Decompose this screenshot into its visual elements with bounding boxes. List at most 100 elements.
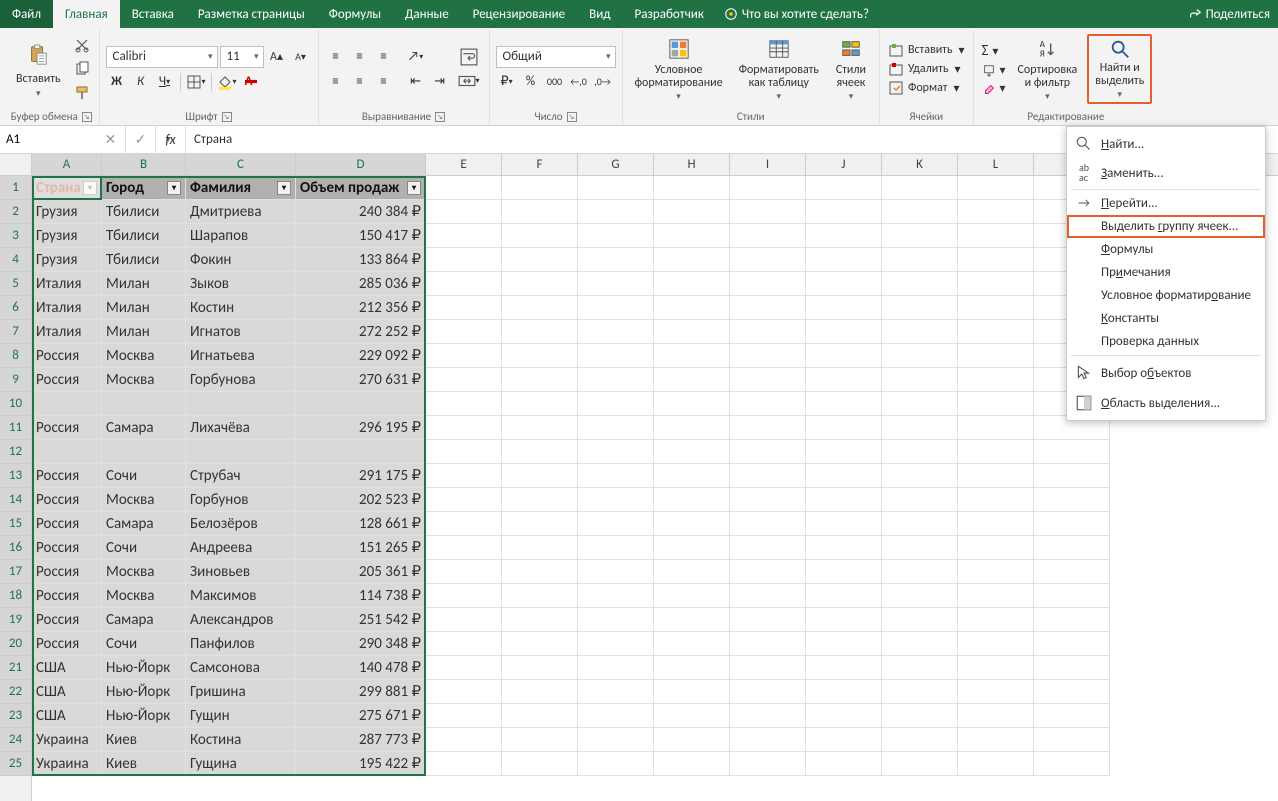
enter-formula-button[interactable]: ✓	[126, 126, 156, 153]
conditional-formatting-button[interactable]: Условное форматирование▾	[629, 34, 729, 104]
paste-button[interactable]: Вставить ▾	[10, 34, 67, 104]
cell-I4[interactable]	[730, 248, 806, 272]
cell-J11[interactable]	[806, 416, 882, 440]
cell-A17[interactable]: Россия	[32, 560, 102, 584]
cell-B7[interactable]: Милан	[102, 320, 186, 344]
menu-item[interactable]: Примечания	[1067, 261, 1265, 284]
cell-H25[interactable]	[654, 752, 730, 776]
cell-A18[interactable]: Россия	[32, 584, 102, 608]
font-size-combo[interactable]: 11▾	[220, 46, 264, 68]
cell-H5[interactable]	[654, 272, 730, 296]
cell-B18[interactable]: Москва	[102, 584, 186, 608]
cell-K21[interactable]	[882, 656, 958, 680]
cell-H18[interactable]	[654, 584, 730, 608]
cell-B13[interactable]: Сочи	[102, 464, 186, 488]
cell-G22[interactable]	[578, 680, 654, 704]
format-painter-button[interactable]	[71, 82, 93, 104]
cell-I6[interactable]	[730, 296, 806, 320]
cell-L17[interactable]	[958, 560, 1034, 584]
cell-L24[interactable]	[958, 728, 1034, 752]
cell-H21[interactable]	[654, 656, 730, 680]
cell-K4[interactable]	[882, 248, 958, 272]
row-header-18[interactable]: 18	[0, 584, 31, 608]
merge-button[interactable]: ▾	[455, 70, 483, 92]
cell-D10[interactable]	[296, 392, 426, 416]
row-header-8[interactable]: 8	[0, 344, 31, 368]
column-header-F[interactable]: F	[502, 154, 578, 175]
cell-E3[interactable]	[426, 224, 502, 248]
fill-color-button[interactable]: ▾	[216, 71, 238, 93]
cell-L20[interactable]	[958, 632, 1034, 656]
cell-B8[interactable]: Москва	[102, 344, 186, 368]
menu-item[interactable]: Выделить группу ячеек...	[1067, 215, 1265, 238]
cell-L7[interactable]	[958, 320, 1034, 344]
select-all-corner[interactable]	[0, 154, 32, 176]
find-select-button[interactable]: Найти и выделить▾	[1087, 34, 1152, 104]
tab-Главная[interactable]: Главная	[53, 0, 120, 28]
cell-L10[interactable]	[958, 392, 1034, 416]
cell-D23[interactable]: 275 671 ₽	[296, 704, 426, 728]
cell-M14[interactable]	[1034, 488, 1110, 512]
cell-H6[interactable]	[654, 296, 730, 320]
cell-L13[interactable]	[958, 464, 1034, 488]
cell-C3[interactable]: Шарапов	[186, 224, 296, 248]
cell-J15[interactable]	[806, 512, 882, 536]
cell-G14[interactable]	[578, 488, 654, 512]
cell-H19[interactable]	[654, 608, 730, 632]
cell-M16[interactable]	[1034, 536, 1110, 560]
cell-F7[interactable]	[502, 320, 578, 344]
cell-B11[interactable]: Самара	[102, 416, 186, 440]
cell-D11[interactable]: 296 195 ₽	[296, 416, 426, 440]
cell-E6[interactable]	[426, 296, 502, 320]
cell-I14[interactable]	[730, 488, 806, 512]
cell-B6[interactable]: Милан	[102, 296, 186, 320]
column-header-H[interactable]: H	[654, 154, 730, 175]
row-header-20[interactable]: 20	[0, 632, 31, 656]
row-header-25[interactable]: 25	[0, 752, 31, 776]
cell-K12[interactable]	[882, 440, 958, 464]
cell-A23[interactable]: США	[32, 704, 102, 728]
delete-cells-button[interactable]: Удалить▾	[886, 60, 967, 78]
filter-button-D[interactable]: ▾	[407, 181, 421, 195]
row-header-5[interactable]: 5	[0, 272, 31, 296]
row-header-24[interactable]: 24	[0, 728, 31, 752]
cell-L1[interactable]	[958, 176, 1034, 200]
menu-item[interactable]: Выбор объектов	[1067, 358, 1265, 388]
increase-decimal-button[interactable]: ←,0	[568, 71, 590, 93]
row-header-22[interactable]: 22	[0, 680, 31, 704]
tell-me[interactable]: Что вы хотите сделать?	[724, 0, 869, 28]
cell-B19[interactable]: Самара	[102, 608, 186, 632]
cell-F15[interactable]	[502, 512, 578, 536]
copy-button[interactable]	[71, 58, 93, 80]
decrease-indent-button[interactable]: ⇤	[405, 71, 427, 93]
cell-A21[interactable]: США	[32, 656, 102, 680]
cell-E4[interactable]	[426, 248, 502, 272]
cell-M15[interactable]	[1034, 512, 1110, 536]
cell-C4[interactable]: Фокин	[186, 248, 296, 272]
cell-D16[interactable]: 151 265 ₽	[296, 536, 426, 560]
row-header-19[interactable]: 19	[0, 608, 31, 632]
column-header-I[interactable]: I	[730, 154, 806, 175]
underline-button[interactable]: Ч▾	[154, 71, 176, 93]
cell-J22[interactable]	[806, 680, 882, 704]
cell-I7[interactable]	[730, 320, 806, 344]
cell-A13[interactable]: Россия	[32, 464, 102, 488]
cell-L8[interactable]	[958, 344, 1034, 368]
cell-F10[interactable]	[502, 392, 578, 416]
cell-E11[interactable]	[426, 416, 502, 440]
cell-I3[interactable]	[730, 224, 806, 248]
cell-L19[interactable]	[958, 608, 1034, 632]
cell-G3[interactable]	[578, 224, 654, 248]
cell-H8[interactable]	[654, 344, 730, 368]
menu-item[interactable]: abacЗаменить...	[1067, 159, 1265, 187]
cell-F23[interactable]	[502, 704, 578, 728]
cell-L6[interactable]	[958, 296, 1034, 320]
cell-D14[interactable]: 202 523 ₽	[296, 488, 426, 512]
tab-Формулы[interactable]: Формулы	[317, 0, 393, 28]
comma-format-button[interactable]: 000	[544, 71, 566, 93]
cell-F9[interactable]	[502, 368, 578, 392]
fill-button[interactable]: ▾	[980, 62, 1008, 79]
cell-L12[interactable]	[958, 440, 1034, 464]
row-header-4[interactable]: 4	[0, 248, 31, 272]
autosum-button[interactable]: Σ▾	[980, 41, 1008, 61]
